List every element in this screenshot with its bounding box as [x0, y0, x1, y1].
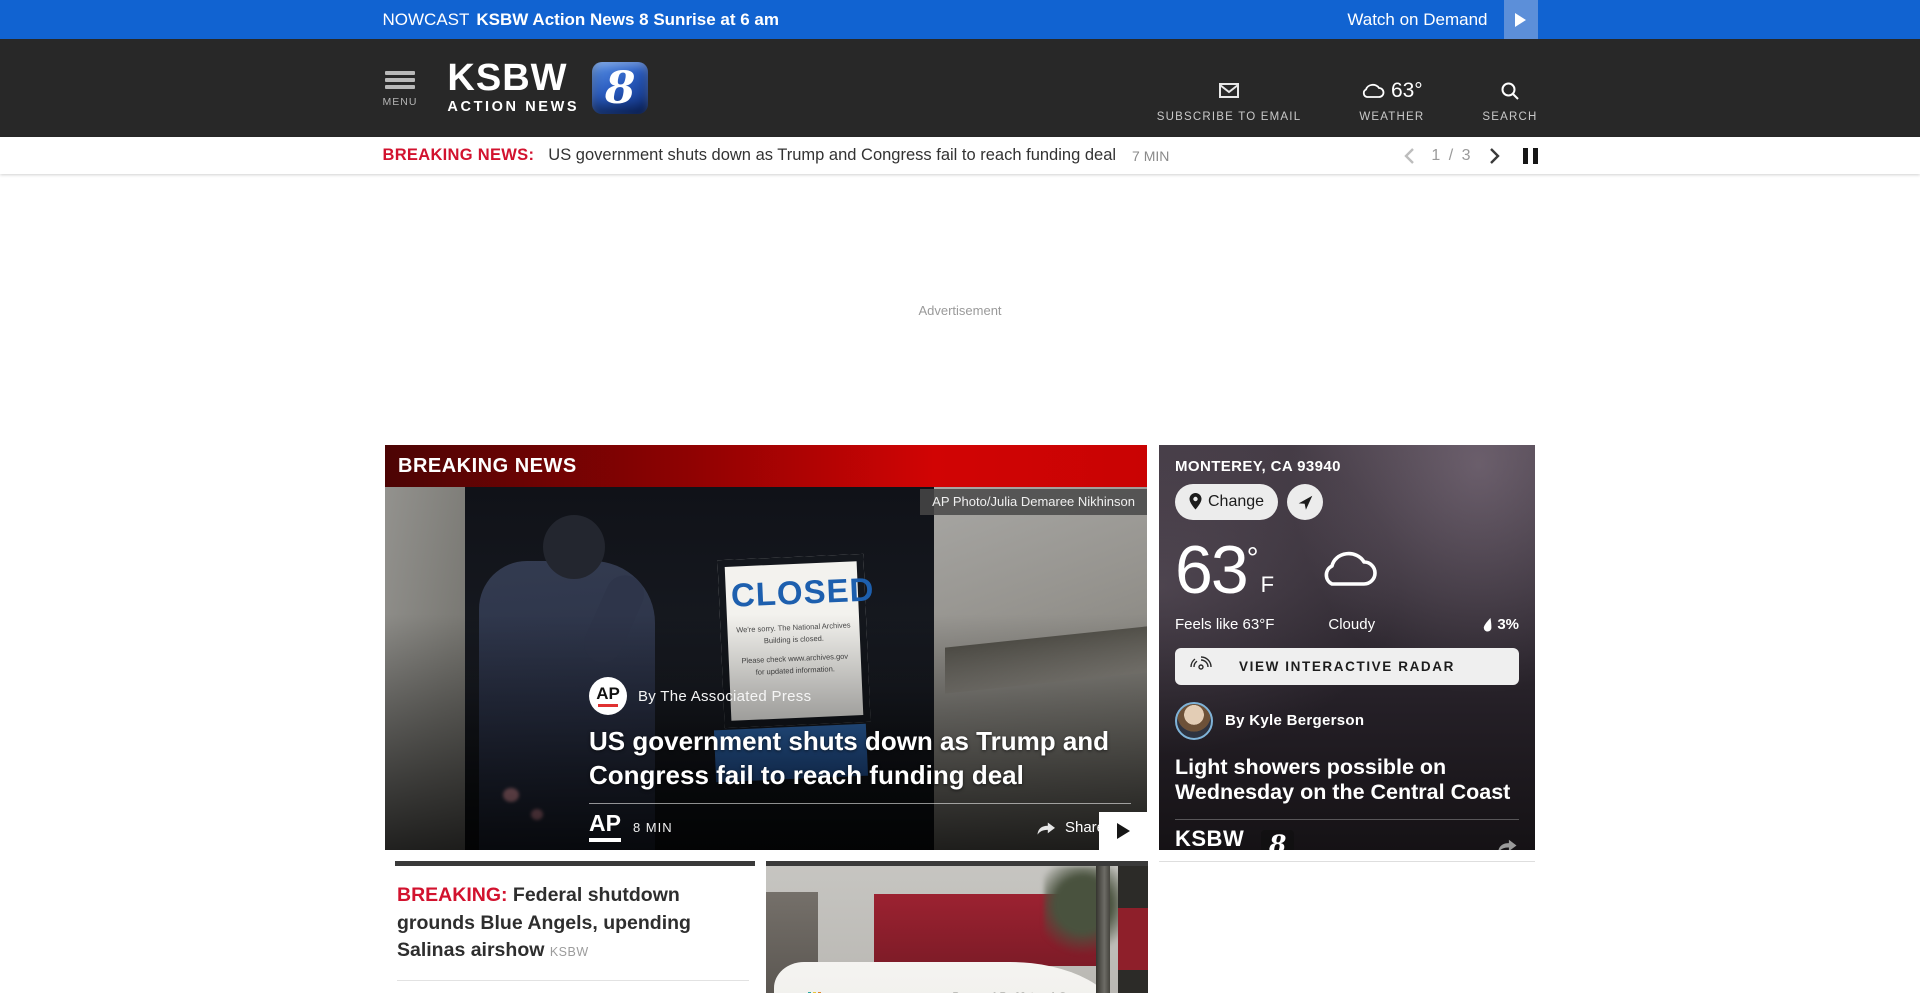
temperature-unit: F — [1261, 572, 1274, 598]
subscribe-to-email-button[interactable]: SUBSCRIBE TO EMAIL — [1157, 78, 1302, 123]
ksbw-logo[interactable]: KSBW ACTION NEWS 8 — [447, 61, 648, 114]
change-location-button[interactable]: Change — [1175, 484, 1278, 520]
story-list-card: BREAKING: Federal shutdown grounds Blue … — [395, 861, 755, 993]
ap-logo-circle: AP — [589, 677, 627, 715]
breaking-banner: BREAKING NEWS — [385, 445, 1147, 487]
video-play-button[interactable] — [1099, 812, 1147, 850]
divider — [1175, 819, 1519, 820]
ticker-pause-button[interactable] — [1523, 148, 1538, 164]
chevron-left-icon — [1403, 147, 1415, 165]
ticker-badge: BREAKING NEWS: — [383, 146, 535, 165]
bus: CLEAN AIR BUS Powered By Natural Gas 78 — [774, 962, 1120, 993]
weather-location: MONTEREY, CA 93940 — [1175, 458, 1519, 475]
weather-widget: MONTEREY, CA 93940 Change 63 ° F Feels l… — [1159, 445, 1535, 850]
nowcast-title: KSBW Action News 8 Sunrise at 6 am — [476, 10, 779, 30]
search-icon — [1500, 81, 1520, 101]
story-byline: By The Associated Press — [638, 688, 811, 705]
navigation-arrow-icon — [1297, 494, 1314, 511]
advertisement-label: Advertisement — [918, 303, 1001, 318]
share-arrow-icon — [1495, 835, 1519, 850]
story-age: 8 MIN — [633, 820, 673, 835]
divider — [397, 980, 749, 981]
share-button[interactable]: Share — [1035, 818, 1105, 836]
menu-label: MENU — [383, 96, 418, 108]
story-link[interactable]: BREAKING: Federal shutdown grounds Blue … — [397, 882, 749, 965]
watch-on-demand-link[interactable]: Watch on Demand — [1347, 10, 1487, 30]
source-label: KSBW — [550, 945, 589, 959]
current-temperature: 63 — [1175, 542, 1247, 600]
watch-play-button[interactable] — [1504, 0, 1538, 39]
menu-button[interactable]: MENU — [383, 68, 418, 108]
signal-pole — [1096, 866, 1110, 993]
view-interactive-radar-button[interactable]: VIEW INTERACTIVE RADAR — [1175, 648, 1519, 685]
raindrop-icon — [1482, 617, 1493, 632]
feels-like-label: Feels like 63°F — [1175, 616, 1274, 633]
pause-icon — [1523, 148, 1528, 164]
logo-eight-badge: 8 — [1261, 830, 1294, 850]
ad-slot: Advertisement — [0, 174, 1920, 445]
subscribe-label: SUBSCRIBE TO EMAIL — [1157, 111, 1302, 123]
map-pin-icon — [1189, 493, 1202, 510]
ticker-headline-link[interactable]: US government shuts down as Trump and Co… — [548, 146, 1116, 165]
breaking-story-card[interactable]: BREAKING NEWS CLOSED We're sorry. The Na… — [385, 445, 1147, 850]
degree-symbol: ° — [1247, 542, 1259, 576]
hamburger-icon — [385, 68, 415, 92]
chevron-right-icon — [1489, 147, 1501, 165]
weather-label: WEATHER — [1359, 111, 1424, 123]
logo-subtitle: ACTION NEWS — [447, 99, 579, 115]
search-label: SEARCH — [1482, 111, 1537, 123]
byline-row: AP By The Associated Press — [589, 677, 1131, 715]
nowcast-label: NOWCAST — [383, 10, 470, 30]
breaking-prefix: BREAKING: — [397, 884, 508, 906]
ticker-age: 7 MIN — [1132, 148, 1169, 164]
forecaster-avatar — [1175, 702, 1213, 740]
bus-story-photo[interactable]: CLEAN AIR BUS Powered By Natural Gas 78 — [766, 861, 1148, 993]
story-photo[interactable]: CLOSED We're sorry. The National Archive… — [385, 487, 1147, 850]
ap-source-logo: AP — [589, 812, 621, 842]
use-my-location-button[interactable] — [1287, 484, 1323, 520]
breaking-news-ticker: BREAKING NEWS: US government shuts down … — [0, 137, 1920, 174]
photo-credit: AP Photo/Julia Demaree Nikhinson — [920, 489, 1147, 515]
cloud-icon — [1361, 82, 1385, 99]
site-header: MENU KSBW ACTION NEWS 8 SUBSCRIBE TO EMA… — [0, 39, 1920, 137]
weather-headline-link[interactable]: Light showers possible on Wednesday on t… — [1175, 755, 1519, 806]
nowcast-bar: NOWCAST KSBW Action News 8 Sunrise at 6 … — [0, 0, 1920, 39]
precip-chance: 3% — [1497, 616, 1519, 633]
divider — [589, 803, 1131, 804]
logo-eight-badge: 8 — [592, 62, 648, 114]
logo-name: KSBW — [447, 61, 579, 95]
story-headline-link[interactable]: US government shuts down as Trump and Co… — [589, 725, 1131, 793]
share-arrow-icon — [1035, 818, 1057, 836]
building-red-sign — [1118, 908, 1148, 970]
empty-column — [1159, 861, 1535, 993]
tree — [1044, 866, 1122, 962]
play-icon — [1117, 823, 1130, 839]
envelope-icon — [1219, 83, 1239, 98]
weather-share-button[interactable] — [1495, 835, 1519, 850]
ticker-page-indicator: 1 / 3 — [1431, 147, 1472, 165]
play-icon — [1515, 13, 1526, 27]
ticker-prev-button[interactable] — [1403, 147, 1415, 165]
cloud-condition-icon — [1318, 544, 1380, 588]
ksbw-small-logo: KSBW ACTION NEWS 8 — [1175, 830, 1294, 850]
radar-icon — [1190, 656, 1212, 678]
ticker-next-button[interactable] — [1489, 147, 1501, 165]
condition-label: Cloudy — [1328, 616, 1375, 633]
weather-button[interactable]: 63° WEATHER — [1359, 78, 1424, 123]
nowcast-link[interactable]: NOWCAST KSBW Action News 8 Sunrise at 6 … — [383, 10, 780, 30]
weather-byline: By Kyle Bergerson — [1225, 712, 1364, 729]
search-button[interactable]: SEARCH — [1482, 78, 1537, 123]
header-temperature: 63° — [1391, 79, 1423, 103]
